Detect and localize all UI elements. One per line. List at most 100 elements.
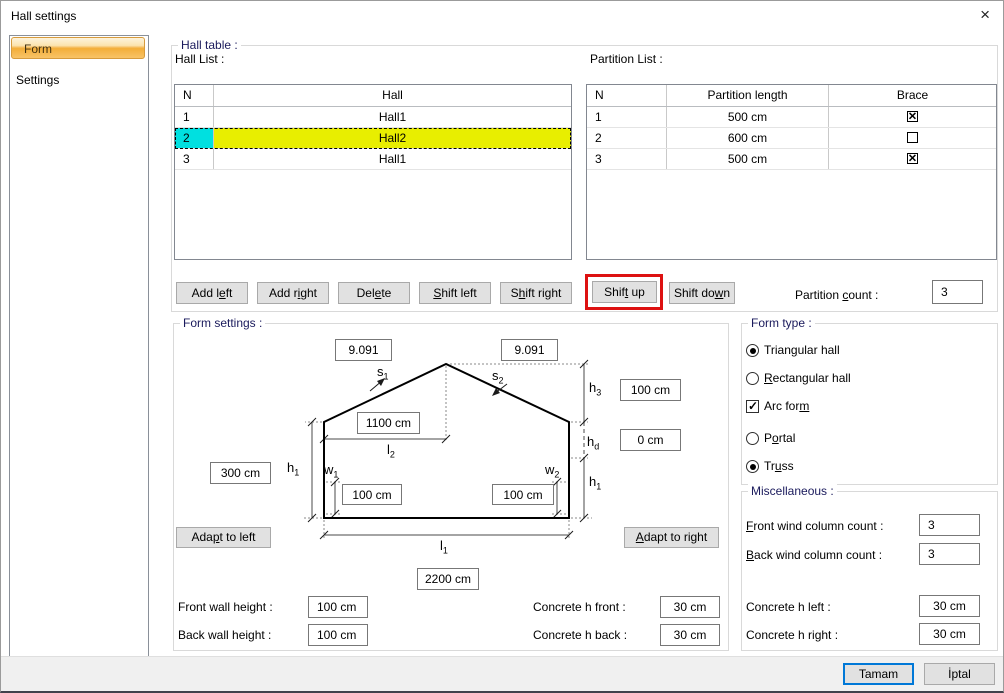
header-n: N [175,85,213,106]
partition-list-label: Partition List : [590,52,663,66]
l2-input[interactable]: 1100 cm [357,412,420,434]
cell-n: 3 [587,149,666,169]
concrete-h-left-input[interactable]: 30 cm [919,595,980,617]
header-partition-length: Partition length [666,85,828,106]
rectangular-hall-radio[interactable] [746,372,759,385]
w2-input[interactable]: 100 cm [492,484,554,505]
dim-label-l2: l2 [387,442,395,460]
sidebar-item-form[interactable]: Form [11,37,145,59]
brace-checkbox[interactable] [907,132,918,143]
close-icon[interactable]: × [980,6,990,24]
hall-table-group: Hall table : Hall List : N Hall 1 Hall1 … [171,45,998,312]
table-row[interactable]: 1 500 cm [587,107,996,128]
portal-radio[interactable] [746,432,759,445]
rectangular-hall-label: Rectangular hall [764,371,851,385]
slope-left-input[interactable]: 9.091 [335,339,392,361]
concrete-h-back-input[interactable]: 30 cm [660,624,720,646]
cell-n: 2 [587,128,666,148]
partition-count-input[interactable]: 3 [932,280,983,304]
add-right-button[interactable]: Add right [257,282,329,304]
cell-n: 1 [587,107,666,127]
l1-input[interactable]: 2200 cm [417,568,479,590]
table-row[interactable]: 1 Hall1 [175,107,571,128]
form-type-group-label: Form type : [748,316,815,330]
hall-settings-dialog: Hall settings × Form Settings Hall table… [0,0,1004,693]
cell-hall: Hall1 [213,149,571,169]
arc-form-checkbox[interactable] [746,400,759,413]
delete-button[interactable]: Delete [338,282,410,304]
dim-label-l1: l1 [440,538,448,556]
hall-list-header: N Hall [175,85,571,107]
slope-right-input[interactable]: 9.091 [501,339,558,361]
cell-hall: Hall1 [213,107,571,127]
header-brace: Brace [828,85,996,106]
dim-label-w2: w2 [545,462,559,480]
adapt-to-left-button[interactable]: Adapt to left [176,527,271,548]
sidebar: Form Settings [9,35,149,658]
dim-label-w1: w1 [324,462,338,480]
hall-list-table: N Hall 1 Hall1 2 Hall2 3 Hall1 [174,84,572,260]
shift-right-button[interactable]: Shift right [500,282,572,304]
front-wall-height-label: Front wall height : [178,600,273,614]
miscellaneous-group: Miscellaneous : Front wind column count … [741,491,998,651]
h3-input[interactable]: 100 cm [620,379,681,401]
add-left-button[interactable]: Add left [176,282,248,304]
footer-bar: Tamam İptal [1,656,1003,691]
shift-down-button[interactable]: Shift down [669,282,735,304]
h1-left-input[interactable]: 300 cm [210,462,271,484]
table-row-selected[interactable]: 2 Hall2 [175,128,571,149]
partition-list-header: N Partition length Brace [587,85,996,107]
concrete-h-front-label: Concrete h front : [533,600,626,614]
header-n: N [587,85,666,106]
table-row[interactable]: 3 500 cm [587,149,996,170]
hall-table-group-label: Hall table : [178,38,241,52]
w1-input[interactable]: 100 cm [342,484,402,505]
sidebar-item-settings[interactable]: Settings [16,72,59,88]
concrete-h-left-label: Concrete h left : [746,600,831,614]
shift-left-button[interactable]: Shift left [419,282,491,304]
header-hall: Hall [213,85,571,106]
hall-list-label: Hall List : [175,52,224,66]
front-wind-column-count-input[interactable]: 3 [919,514,980,536]
adapt-to-right-button[interactable]: Adapt to right [624,527,719,548]
cell-brace [828,149,996,169]
form-type-group: Form type : Triangular hall Rectangular … [741,323,998,485]
front-wall-height-input[interactable]: 100 cm [308,596,368,618]
triangular-hall-radio[interactable] [746,344,759,357]
back-wall-height-input[interactable]: 100 cm [308,624,368,646]
window-title: Hall settings [11,9,76,23]
table-row[interactable]: 3 Hall1 [175,149,571,170]
back-wall-height-label: Back wall height : [178,628,271,642]
table-row[interactable]: 2 600 cm [587,128,996,149]
truss-label: Truss [764,459,794,473]
cell-partition-length: 500 cm [666,149,828,169]
triangular-hall-label: Triangular hall [764,343,840,357]
hd-input[interactable]: 0 cm [620,429,681,451]
dim-label-h1-right: h1 [589,474,601,492]
concrete-h-back-label: Concrete h back : [533,628,627,642]
titlebar: Hall settings × [1,1,1003,31]
back-wind-column-count-input[interactable]: 3 [919,543,980,565]
brace-checkbox[interactable] [907,111,918,122]
partition-count-label: Partition count : [795,288,878,302]
form-settings-group: Form settings : [173,323,729,651]
cell-n: 2 [175,128,213,148]
cancel-button[interactable]: İptal [924,663,995,685]
cell-n: 3 [175,149,213,169]
truss-radio[interactable] [746,460,759,473]
concrete-h-right-input[interactable]: 30 cm [919,623,980,645]
cell-hall: Hall2 [213,128,571,148]
concrete-h-right-label: Concrete h right : [746,628,838,642]
concrete-h-front-input[interactable]: 30 cm [660,596,720,618]
ok-button[interactable]: Tamam [843,663,914,685]
back-wind-column-count-label: Back wind column count : [746,548,882,562]
shift-up-button[interactable]: Shift up [592,281,657,303]
dim-label-s2: s2 [492,368,504,386]
cell-brace [828,107,996,127]
dim-label-s1: s1 [377,364,389,382]
brace-checkbox[interactable] [907,153,918,164]
cell-n: 1 [175,107,213,127]
portal-label: Portal [764,431,795,445]
front-wind-column-count-label: Front wind column count : [746,519,883,533]
partition-list-table: N Partition length Brace 1 500 cm 2 600 … [586,84,997,260]
